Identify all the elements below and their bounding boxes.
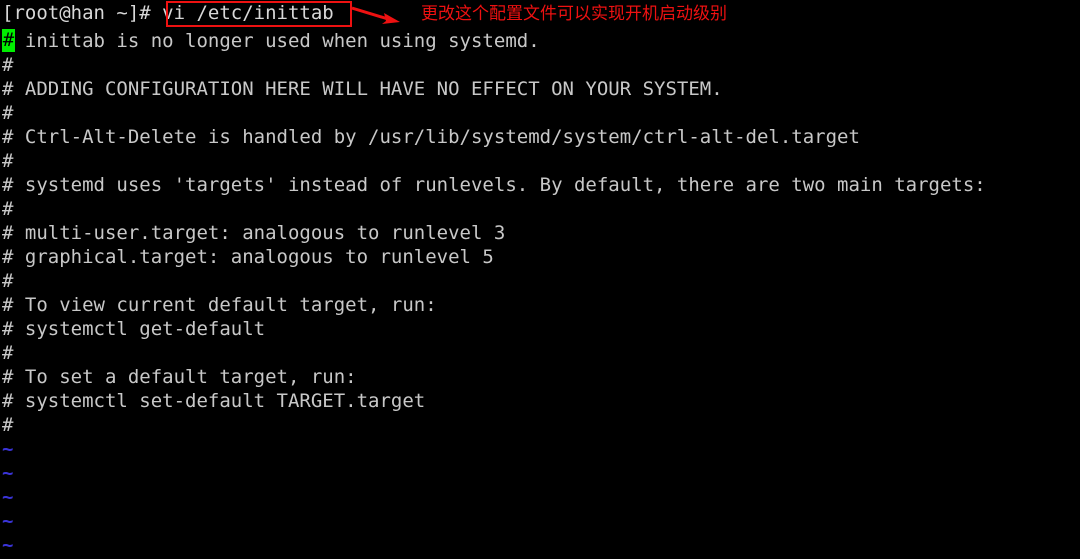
buffer-line-15: # To set a default target, run: — [2, 366, 357, 388]
buffer-line-10: # graphical.target: analogous to runleve… — [2, 246, 494, 268]
buffer-line-13: # systemctl get-default — [2, 318, 266, 340]
buffer-line-4: # — [2, 102, 14, 124]
buffer-line-17: # — [2, 414, 14, 436]
buffer-line-6: # — [2, 150, 14, 172]
buffer-line-2: # — [2, 54, 14, 76]
buffer-line-9: # multi-user.target: analogous to runlev… — [2, 222, 506, 244]
buffer-line-12: # To view current default target, run: — [2, 294, 437, 316]
buffer-line-14: # — [2, 342, 14, 364]
cursor-character: # — [2, 29, 15, 51]
buffer-line-5: # Ctrl-Alt-Delete is handled by /usr/lib… — [2, 126, 860, 148]
buffer-line-7: # systemd uses 'targets' instead of runl… — [2, 174, 986, 196]
empty-line-marker-3: ~ — [2, 486, 14, 508]
buffer-line-3: # ADDING CONFIGURATION HERE WILL HAVE NO… — [2, 78, 723, 100]
annotation-arrow-icon — [352, 6, 400, 24]
buffer-line-8: # — [2, 198, 14, 220]
buffer-line-11: # — [2, 270, 14, 292]
empty-line-marker-2: ~ — [2, 462, 14, 484]
annotation-highlight-box — [166, 1, 352, 27]
empty-line-marker-5: ~ — [2, 534, 14, 556]
buffer-line-1: # inittab is no longer used when using s… — [2, 30, 540, 52]
terminal-window[interactable]: [root@han ~]# vi /etc/inittab # inittab … — [0, 0, 1080, 559]
empty-line-marker-1: ~ — [2, 438, 14, 460]
empty-line-marker-4: ~ — [2, 510, 14, 532]
buffer-line-16: # systemctl set-default TARGET.target — [2, 390, 426, 412]
annotation-note-text: 更改这个配置文件可以实现开机启动级别 — [421, 4, 727, 24]
